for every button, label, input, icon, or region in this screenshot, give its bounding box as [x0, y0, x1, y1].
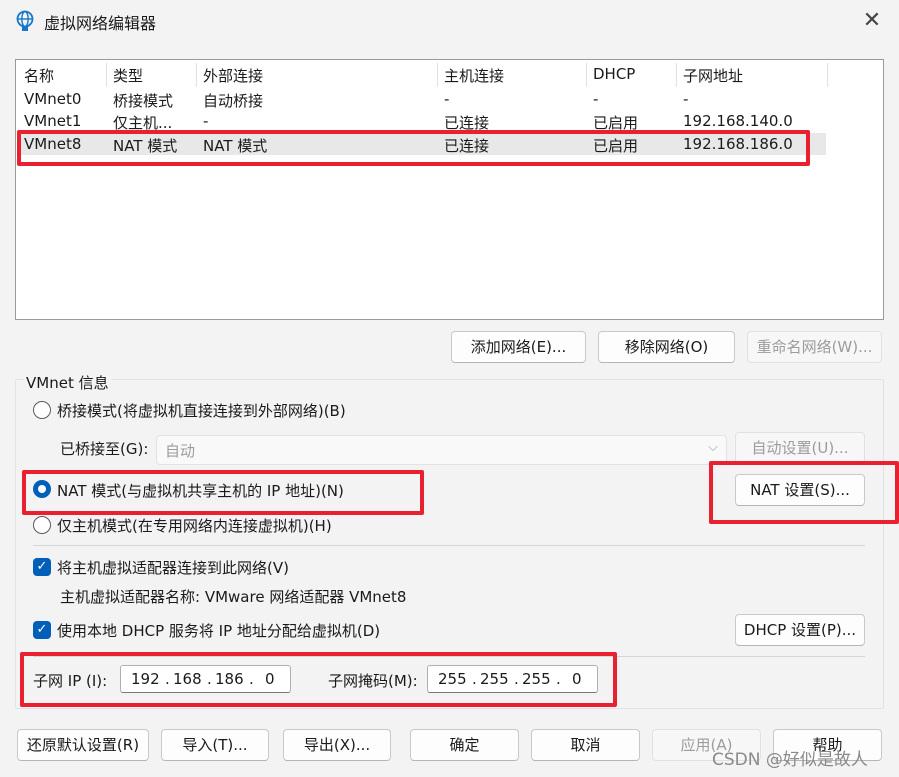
host-only-label[interactable]: 仅主机模式(在专用网络内连接虚拟机)(H)	[57, 515, 332, 536]
import-button[interactable]: 导入(T)...	[161, 729, 269, 761]
cell-subnet: 192.168.140.0	[683, 112, 793, 130]
column-header-external[interactable]: 外部连接	[203, 65, 263, 86]
dhcp-label[interactable]: 使用本地 DHCP 服务将 IP 地址分配给虚拟机(D)	[57, 620, 380, 641]
cancel-button[interactable]: 取消	[531, 729, 640, 761]
dhcp-settings-button[interactable]: DHCP 设置(P)...	[735, 614, 865, 646]
connect-adapter-checkbox[interactable]: ✓	[33, 558, 51, 576]
column-header-subnet[interactable]: 子网地址	[683, 65, 743, 86]
table-row[interactable]: VMnet1 仅主机... - 已连接 已启用 192.168.140.0	[18, 110, 826, 132]
dhcp-checkbox[interactable]: ✓	[33, 621, 51, 639]
cell-external: -	[203, 112, 209, 130]
bridged-mode-radio[interactable]	[33, 401, 51, 419]
table-row[interactable]: VMnet0 桥接模式 自动桥接 - - -	[18, 88, 826, 110]
adapter-name-label: 主机虚拟适配器名称: VMware 网络适配器 VMnet8	[60, 588, 407, 606]
column-divider[interactable]	[106, 63, 107, 87]
close-button[interactable]: ✕	[852, 6, 892, 38]
column-header-host[interactable]: 主机连接	[444, 65, 504, 86]
cell-subnet: -	[683, 90, 689, 108]
divider	[33, 545, 865, 546]
column-divider[interactable]	[196, 63, 197, 87]
bridged-to-label: 已桥接至(G):	[60, 440, 149, 458]
bridged-to-value: 自动	[165, 442, 196, 460]
highlight-box-nat-settings	[709, 461, 899, 524]
bridged-mode-label[interactable]: 桥接模式(将虚拟机直接连接到外部网络)(B)	[57, 400, 346, 421]
ok-button[interactable]: 确定	[410, 729, 519, 761]
cell-dhcp: -	[593, 90, 599, 108]
vmnet-info-label: VMnet 信息	[24, 372, 111, 393]
window-title: 虚拟网络编辑器	[44, 14, 157, 33]
cell-name: VMnet0	[24, 90, 82, 108]
cell-host: -	[444, 90, 450, 108]
cell-external: 自动桥接	[203, 92, 264, 110]
add-network-button[interactable]: 添加网络(E)...	[451, 331, 586, 363]
export-button[interactable]: 导出(X)...	[283, 729, 391, 761]
column-header-type[interactable]: 类型	[113, 65, 143, 86]
chevron-down-icon: ⌵	[708, 440, 718, 455]
connect-adapter-label[interactable]: 将主机虚拟适配器连接到此网络(V)	[57, 557, 289, 578]
column-header-name[interactable]: 名称	[24, 65, 54, 86]
highlight-box-vmnet8-row	[17, 130, 810, 166]
host-only-radio[interactable]	[33, 516, 51, 534]
column-divider[interactable]	[827, 63, 828, 87]
title-bar: 虚拟网络编辑器 ✕	[0, 0, 899, 44]
auto-settings-button[interactable]: 自动设置(U)...	[735, 432, 865, 464]
highlight-box-subnet	[20, 652, 617, 707]
column-divider[interactable]	[437, 63, 438, 87]
cell-name: VMnet1	[24, 112, 82, 130]
watermark: CSDN @好似是故人	[712, 750, 868, 770]
cell-type: 桥接模式	[113, 92, 174, 110]
column-divider[interactable]	[676, 63, 677, 87]
globe-network-icon	[16, 10, 34, 31]
highlight-box-nat-mode	[22, 470, 424, 515]
restore-defaults-button[interactable]: 还原默认设置(R)	[17, 729, 149, 761]
bridged-to-select[interactable]: 自动 ⌵	[156, 435, 727, 465]
remove-network-button[interactable]: 移除网络(O)	[598, 331, 735, 363]
column-divider[interactable]	[586, 63, 587, 87]
rename-network-button[interactable]: 重命名网络(W)...	[747, 331, 882, 363]
column-header-dhcp[interactable]: DHCP	[593, 65, 635, 83]
network-list[interactable]: 名称 类型 外部连接 主机连接 DHCP 子网地址 VMnet0 桥接模式 自动…	[15, 59, 884, 320]
